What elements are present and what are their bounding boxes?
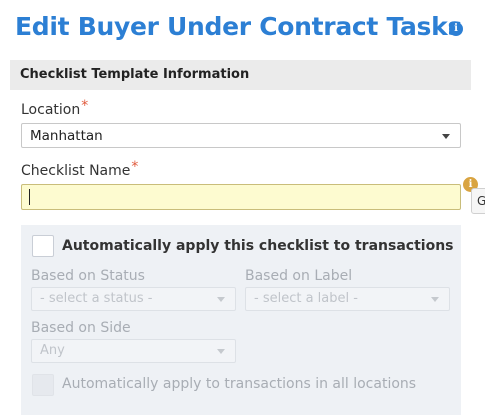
label-filter-label: Based on Label (245, 268, 353, 284)
auto-apply-label: Automatically apply this checklist to tr… (62, 238, 454, 254)
location-label: Location* (21, 98, 88, 118)
required-marker: * (131, 159, 139, 175)
page-title: Edit Buyer Under Contract Tasks (15, 12, 463, 41)
checklist-name-input[interactable] (21, 184, 461, 210)
section-title: Checklist Template Information (20, 67, 250, 82)
chevron-down-icon (442, 134, 450, 139)
required-marker: * (81, 98, 89, 114)
side-filter-label: Based on Side (31, 320, 131, 336)
status-select[interactable]: - select a status - (31, 287, 236, 311)
side-select[interactable]: Any (31, 339, 236, 363)
side-button[interactable]: G (471, 188, 485, 214)
location-label-text: Location (21, 102, 81, 118)
section-header: Checklist Template Information (10, 60, 471, 90)
location-select[interactable]: Manhattan (21, 123, 461, 148)
status-select-placeholder: - select a status - (40, 291, 153, 306)
label-select-placeholder: - select a label - (254, 291, 358, 306)
location-select-value: Manhattan (30, 128, 103, 144)
text-cursor (29, 189, 30, 205)
chevron-down-icon (431, 297, 439, 302)
chevron-down-icon (217, 297, 225, 302)
auto-apply-checkbox[interactable] (32, 235, 54, 257)
chevron-down-icon (217, 349, 225, 354)
side-select-value: Any (40, 343, 65, 358)
checklist-name-label-text: Checklist Name (21, 163, 131, 179)
all-locations-checkbox[interactable] (32, 374, 54, 396)
all-locations-label: Automatically apply to transactions in a… (62, 376, 417, 392)
label-select[interactable]: - select a label - (245, 287, 450, 311)
checklist-name-label: Checklist Name* (21, 159, 138, 179)
info-icon[interactable]: i (449, 22, 463, 36)
status-filter-label: Based on Status (31, 268, 145, 284)
